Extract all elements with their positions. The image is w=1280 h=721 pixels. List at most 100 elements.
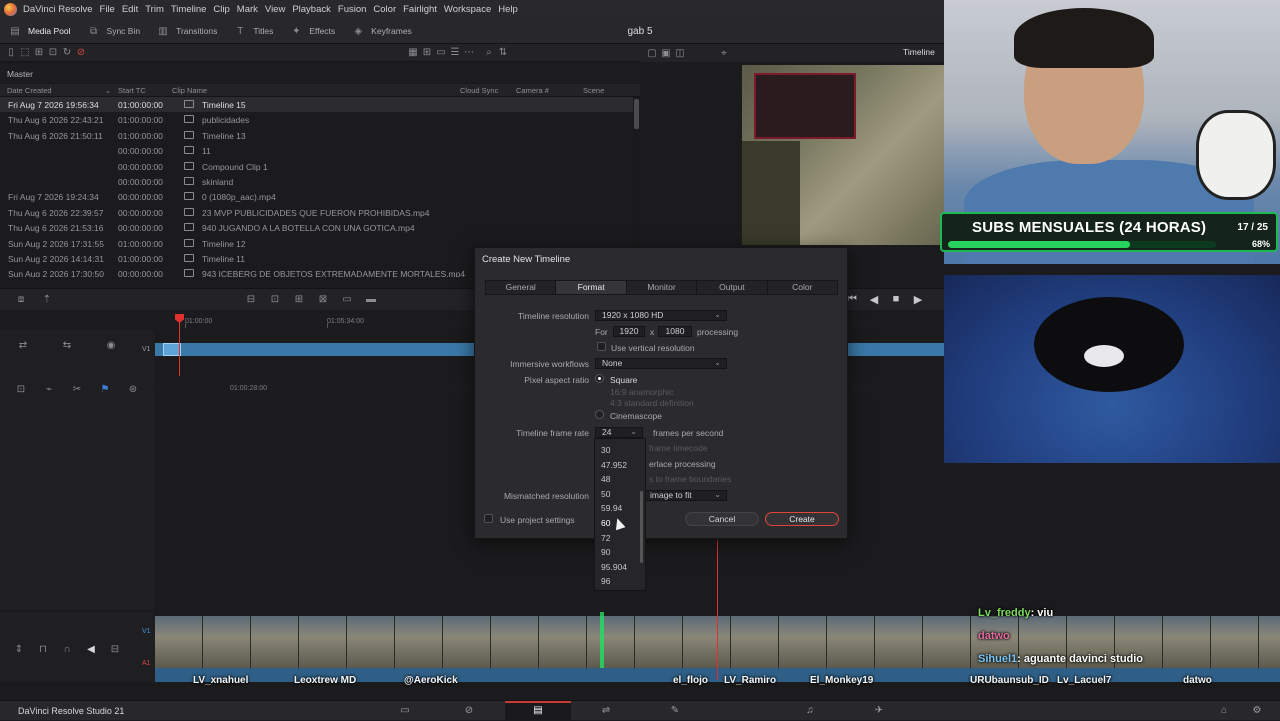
- speaker-icon[interactable]: ◀: [84, 642, 98, 656]
- stop-icon[interactable]: ■: [889, 292, 903, 306]
- tab-format[interactable]: Format: [556, 281, 627, 294]
- clip-row[interactable]: Thu Aug 6 2026 21:53:16 00:00:00:00 940 JU…: [0, 220, 633, 235]
- menu-mark[interactable]: Mark: [237, 4, 258, 15]
- timeline-resolution-select[interactable]: 1920 x 1080 HD ⌄: [595, 310, 727, 321]
- media-page-icon[interactable]: ▭: [398, 705, 412, 717]
- vertical-resolution-checkbox[interactable]: [597, 342, 606, 351]
- headphones-icon[interactable]: ∩: [60, 642, 74, 656]
- cancel-button[interactable]: Cancel: [685, 512, 759, 526]
- overwrite-clip-icon[interactable]: ⊡: [268, 293, 282, 307]
- menu-playback[interactable]: Playback: [292, 4, 331, 15]
- col-camera[interactable]: Camera #: [516, 86, 549, 95]
- frame-rate-option[interactable]: 96: [601, 576, 610, 586]
- frame-rate-option[interactable]: 60: [601, 518, 610, 528]
- use-project-settings-checkbox[interactable]: [484, 514, 493, 523]
- viewer-layout-icon[interactable]: ▢: [645, 46, 659, 60]
- tab-color[interactable]: Color: [768, 281, 837, 294]
- clip-row[interactable]: Fri Aug 7 2026 19:24:34 00:00:00:00 0 (108…: [0, 189, 633, 204]
- col-date-created[interactable]: Date Created: [7, 86, 52, 95]
- menu-app[interactable]: DaVinci Resolve: [23, 4, 93, 15]
- menu-view[interactable]: View: [265, 4, 285, 15]
- remove-icon[interactable]: ⊘: [74, 46, 88, 60]
- flag-icon[interactable]: ⚑: [98, 382, 112, 396]
- titles-button[interactable]: T Titles: [225, 19, 281, 44]
- tab-output[interactable]: Output: [697, 281, 768, 294]
- menu-file[interactable]: File: [100, 4, 115, 15]
- width-field[interactable]: 1920: [613, 326, 645, 337]
- frame-rate-select[interactable]: 24 ⌄: [595, 427, 643, 438]
- clip-row[interactable]: Thu Aug 6 2026 22:43:21 01:00:00:00 public…: [0, 112, 633, 127]
- menu-fairlight[interactable]: Fairlight: [403, 4, 437, 15]
- snapshot-icon[interactable]: ⊡: [14, 382, 28, 396]
- menu-fusion[interactable]: Fusion: [338, 4, 367, 15]
- dropdown-scrollbar[interactable]: [640, 491, 643, 563]
- create-button[interactable]: Create: [765, 512, 839, 526]
- deliver-page-icon[interactable]: ✈: [872, 705, 886, 717]
- media-pool-button[interactable]: ▤ Media Pool: [0, 19, 79, 44]
- clip-row[interactable]: Thu Aug 6 2026 21:50:11 01:00:00:00 Timeli…: [0, 128, 633, 143]
- home-icon[interactable]: ⌂: [1217, 705, 1231, 717]
- menu-trim[interactable]: Trim: [145, 4, 164, 15]
- frame-rate-option[interactable]: 90: [601, 547, 610, 557]
- append-icon[interactable]: ▬: [364, 293, 378, 307]
- immersive-workflows-select[interactable]: None ⌄: [595, 358, 727, 369]
- par-cinemascope-radio[interactable]: [595, 410, 604, 419]
- viewer-frame[interactable]: [742, 65, 945, 245]
- effects-button[interactable]: ✦ Effects: [281, 19, 343, 44]
- par-square-radio[interactable]: [595, 374, 604, 383]
- col-start-tc[interactable]: Start TC: [118, 86, 146, 95]
- edit-page-icon[interactable]: ▤: [531, 705, 545, 717]
- frame-rate-option[interactable]: 48: [601, 474, 610, 484]
- color-page-icon[interactable]: ✎: [668, 705, 682, 717]
- timeline-zoom-icon[interactable]: ⇕: [12, 642, 26, 656]
- menu-timeline[interactable]: Timeline: [171, 4, 207, 15]
- mismatched-resolution-select[interactable]: image to fit ⌄: [643, 490, 727, 501]
- height-field[interactable]: 1080: [658, 326, 692, 337]
- new-bin-icon[interactable]: ⊞: [32, 46, 46, 60]
- menu-clip[interactable]: Clip: [213, 4, 229, 15]
- track-layout-icon[interactable]: ⧈: [14, 293, 28, 307]
- menu-workspace[interactable]: Workspace: [444, 4, 491, 15]
- keyframes-button[interactable]: ◈ Keyframes: [343, 19, 420, 44]
- cut-page-icon[interactable]: ⊘: [462, 705, 476, 717]
- settings-gear-icon[interactable]: ⚙: [1250, 705, 1264, 717]
- viewer-transform-icon[interactable]: ⌖: [717, 46, 731, 60]
- fairlight-page-icon[interactable]: ♫: [803, 705, 817, 717]
- sync-bin-button[interactable]: ⧉ Sync Bin: [79, 19, 149, 44]
- col-scene[interactable]: Scene: [583, 86, 604, 95]
- col-clip-name[interactable]: Clip Name: [172, 86, 207, 95]
- sync-icon[interactable]: ↻: [60, 46, 74, 60]
- track-eye-icon[interactable]: ◉: [104, 338, 118, 352]
- playhead[interactable]: [179, 316, 180, 376]
- frame-rate-option[interactable]: 72: [601, 533, 610, 543]
- ripple-overwrite-icon[interactable]: ▭: [340, 293, 354, 307]
- frame-rate-option[interactable]: 95.904: [601, 562, 627, 572]
- mixer-icon[interactable]: ⊟: [108, 642, 122, 656]
- viewer-dual-icon[interactable]: ▣: [659, 46, 673, 60]
- col-cloud-sync[interactable]: Cloud Sync: [460, 86, 498, 95]
- insert-clip-icon[interactable]: ⊟: [244, 293, 258, 307]
- clip-row[interactable]: 00:00:00:00 Compound Clip 1: [0, 159, 633, 174]
- track-tool-icon[interactable]: ⇄: [16, 338, 30, 352]
- search-icon[interactable]: ⌕: [482, 46, 496, 60]
- bin-name[interactable]: Master: [7, 69, 33, 79]
- grid-view-icon[interactable]: ⊞: [420, 46, 434, 60]
- bottom-playhead[interactable]: [717, 540, 718, 680]
- frame-rate-option[interactable]: 30: [601, 445, 610, 455]
- menu-edit[interactable]: Edit: [122, 4, 138, 15]
- play-icon[interactable]: ▶: [911, 292, 925, 306]
- clip-row[interactable]: 00:00:00:00 11: [0, 143, 633, 158]
- list-view-icon[interactable]: ☰: [448, 46, 462, 60]
- viewer-source-icon[interactable]: ◫: [673, 46, 687, 60]
- clip-row[interactable]: Fri Aug 7 2026 19:56:34 01:00:00:00 Timeli…: [0, 97, 633, 113]
- sidebar-toggle-icon[interactable]: ▯: [4, 46, 18, 60]
- transitions-button[interactable]: ▥ Transitions: [148, 19, 225, 44]
- frame-rate-option[interactable]: 59.94: [601, 503, 622, 513]
- frame-rate-option[interactable]: 47.952: [601, 460, 627, 470]
- clip-row[interactable]: Thu Aug 6 2026 22:39:57 00:00:00:00 23 MVP…: [0, 205, 633, 220]
- blade-icon[interactable]: ✂: [70, 382, 84, 396]
- sort-icon[interactable]: ⇅: [496, 46, 510, 60]
- track-height-icon[interactable]: ⇡: [40, 293, 54, 307]
- replace-clip-icon[interactable]: ⊞: [292, 293, 306, 307]
- import-icon[interactable]: ⬚: [18, 46, 32, 60]
